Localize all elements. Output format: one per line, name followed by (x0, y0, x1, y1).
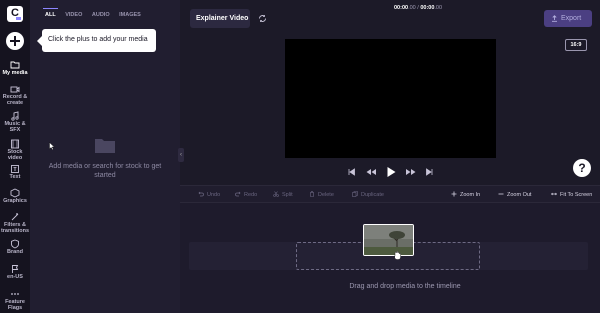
fast-forward-icon[interactable] (405, 165, 417, 179)
sidebar-item-brand[interactable]: Brand (0, 239, 30, 255)
expand-arrows-icon (551, 192, 557, 196)
timeline-drop-text: Drag and drop media to the timeline (349, 283, 461, 290)
time-current: 00:00 (394, 5, 409, 11)
export-button[interactable]: Export (544, 10, 592, 27)
sidebar-item-filters[interactable]: Filters & transitions (0, 212, 30, 234)
zoom-out-button[interactable]: Zoom Out (498, 191, 531, 198)
folder-icon (10, 61, 20, 69)
undo-label: Undo (207, 192, 221, 198)
duplicate-icon (352, 191, 358, 197)
shield-icon (11, 239, 19, 249)
dragged-media-thumbnail[interactable] (363, 224, 414, 256)
logo-letter: C (11, 7, 19, 19)
duplicate-label: Duplicate (361, 192, 384, 198)
timeline-toolbar: Undo Redo Split Delete Duplicate Zoom In… (180, 185, 600, 203)
export-label: Export (561, 15, 582, 22)
add-media-plus-button[interactable] (6, 32, 24, 50)
sidebar-item-language[interactable]: en-US (0, 264, 30, 280)
tab-audio[interactable]: AUDIO (92, 12, 110, 18)
film-icon (11, 139, 19, 149)
play-icon[interactable] (385, 165, 397, 179)
redo-icon (235, 191, 241, 197)
zoom-in-button[interactable]: Zoom In (451, 191, 480, 198)
tree-landscape-thumbnail (364, 225, 413, 255)
split-label: Split (282, 192, 293, 198)
undo-icon (198, 191, 204, 197)
sidebar-item-label: Filters & transitions (0, 222, 30, 234)
project-title[interactable]: Explainer Video (190, 9, 250, 28)
media-empty-text: Add media or search for stock to get sta… (48, 163, 162, 179)
zoom-in-label: Zoom In (460, 192, 481, 198)
wand-icon (11, 213, 19, 221)
minus-icon (498, 193, 504, 195)
app-logo[interactable]: C (7, 6, 23, 22)
mouse-cursor-icon (49, 142, 55, 150)
undo-button[interactable]: Undo (198, 191, 220, 198)
sidebar-item-label: Record & create (2, 94, 28, 106)
time-current-frac: .00 (408, 5, 416, 11)
sidebar-item-label: Graphics (3, 198, 27, 204)
tab-video[interactable]: VIDEO (65, 12, 82, 18)
aspect-ratio-button[interactable]: 16:9 (565, 39, 587, 51)
plus-icon (451, 191, 457, 197)
tab-all[interactable]: ALL (43, 8, 58, 18)
sidebar-item-label: Stock video (7, 149, 23, 161)
delete-label: Delete (318, 192, 334, 198)
rewind-icon[interactable] (365, 165, 377, 179)
shapes-icon (10, 188, 20, 198)
video-preview (285, 39, 496, 158)
media-tabs: ALL VIDEO AUDIO IMAGES (43, 8, 149, 18)
skip-to-end-icon[interactable] (425, 165, 434, 179)
music-icon (11, 111, 19, 121)
sidebar-item-label: My media (2, 70, 28, 76)
delete-button[interactable]: Delete (309, 191, 334, 198)
collapse-panel-chevron-icon[interactable]: ‹ (178, 148, 184, 162)
fit-to-screen-button[interactable]: Fit To Screen (551, 191, 592, 198)
sidebar-item-label: en-US (7, 274, 23, 280)
zoom-out-label: Zoom Out (507, 192, 532, 198)
trash-icon (310, 191, 314, 197)
sidebar-item-label: Feature Flags (5, 299, 25, 311)
skip-to-start-icon[interactable] (347, 165, 356, 179)
sidebar-item-graphics[interactable]: Graphics (0, 188, 30, 204)
upload-icon (552, 15, 557, 22)
duplicate-button[interactable]: Duplicate (352, 191, 384, 198)
camera-icon (10, 86, 20, 93)
tab-images[interactable]: IMAGES (119, 12, 141, 18)
fit-label: Fit To Screen (560, 192, 593, 198)
playback-controls (347, 165, 437, 179)
timecode: 00:00.00 / 00:00.00 (394, 5, 442, 11)
scissors-icon (273, 191, 279, 197)
time-total: 00:00 (420, 5, 435, 11)
sidebar-item-music[interactable]: Music & SFX (0, 111, 30, 133)
sync-icon[interactable] (258, 14, 267, 23)
redo-button[interactable]: Redo (235, 191, 257, 198)
time-total-frac: .00 (434, 5, 443, 11)
sidebar-item-record[interactable]: Record & create (0, 84, 30, 106)
split-button[interactable]: Split (273, 191, 293, 198)
sidebar-item-label: Text (9, 174, 21, 180)
sidebar-item-label: Music & SFX (4, 121, 26, 133)
sidebar-item-feature-flags[interactable]: Feature Flags (0, 289, 30, 311)
flag-icon (12, 265, 19, 273)
sidebar-item-text[interactable]: Text (0, 164, 30, 180)
text-icon (11, 165, 19, 173)
help-button[interactable]: ? (573, 159, 591, 177)
redo-label: Redo (244, 192, 258, 198)
empty-folder-icon (95, 139, 115, 153)
sidebar-item-my-media[interactable]: My media (0, 60, 30, 76)
left-rail: C My media Record & create Music & SFX S… (0, 0, 30, 313)
sidebar-item-stock-video[interactable]: Stock video (0, 139, 30, 161)
grab-hand-cursor-icon (394, 251, 401, 260)
more-icon (11, 293, 19, 295)
sidebar-item-label: Brand (7, 249, 23, 255)
add-media-tooltip: Click the plus to add your media (37, 29, 156, 52)
